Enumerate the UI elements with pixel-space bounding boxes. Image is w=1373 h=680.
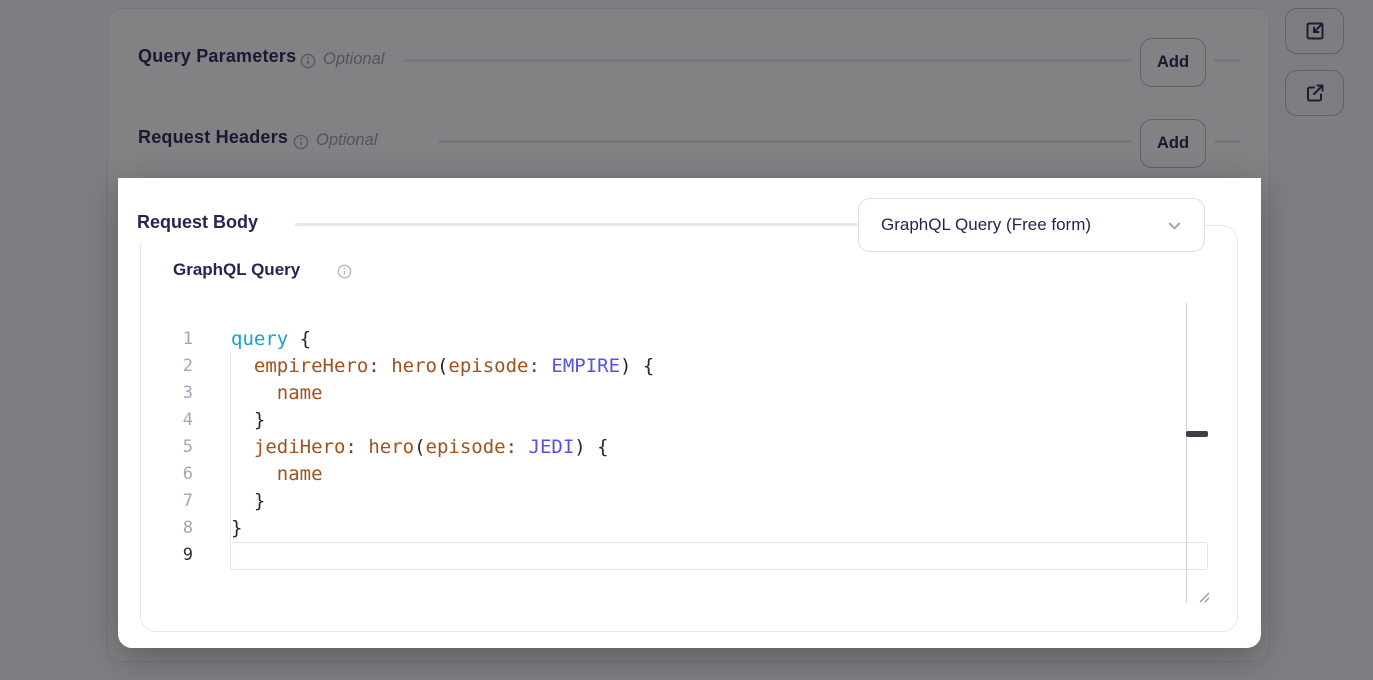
- code-token: jediHero: [254, 436, 346, 458]
- textarea-resize-grip[interactable]: [1197, 590, 1210, 603]
- request-body-title: Request Body: [137, 212, 258, 233]
- code-token: ) {: [574, 436, 608, 458]
- line-number: 8: [161, 515, 193, 542]
- code-token: :: [368, 355, 379, 377]
- code-token: empireHero: [254, 355, 368, 377]
- code-line[interactable]: query {: [231, 326, 654, 353]
- code-token: EMPIRE: [551, 355, 620, 377]
- line-number: 5: [161, 434, 193, 461]
- line-number: 7: [161, 488, 193, 515]
- code-line[interactable]: empireHero: hero(episode: EMPIRE) {: [231, 353, 654, 380]
- graphql-query-card: GraphQL Query 123456789 query { empireHe…: [140, 225, 1238, 632]
- code-token: {: [288, 328, 311, 350]
- code-token: ) {: [620, 355, 654, 377]
- chevron-down-icon: [1165, 216, 1184, 235]
- code-token: name: [277, 382, 323, 404]
- code-token: [517, 436, 528, 458]
- line-number: 9: [161, 542, 193, 569]
- code-line[interactable]: }: [231, 407, 654, 434]
- code-token: [231, 463, 277, 485]
- code-line[interactable]: }: [231, 488, 654, 515]
- divider-drag-handle[interactable]: [1186, 431, 1208, 437]
- page: Query Parameters Optional Add Request He…: [0, 0, 1373, 680]
- code-token: }: [231, 490, 265, 512]
- code-token: [231, 382, 277, 404]
- code-line[interactable]: name: [231, 461, 654, 488]
- code-token: [357, 436, 368, 458]
- code-line[interactable]: }: [231, 515, 654, 542]
- code-token: :: [528, 355, 539, 377]
- code-token: :: [506, 436, 517, 458]
- code-token: [231, 355, 254, 377]
- body-type-select[interactable]: GraphQL Query (Free form): [858, 198, 1205, 252]
- code-token: episode: [426, 436, 506, 458]
- code-line[interactable]: jediHero: hero(episode: JEDI) {: [231, 434, 654, 461]
- divider-line: [295, 223, 858, 226]
- body-type-select-value: GraphQL Query (Free form): [881, 215, 1165, 235]
- code-token: (: [437, 355, 448, 377]
- code-token: episode: [448, 355, 528, 377]
- editor-gutter: 123456789: [161, 326, 193, 569]
- code-token: (: [414, 436, 425, 458]
- line-number: 3: [161, 380, 193, 407]
- code-token: [540, 355, 551, 377]
- code-line[interactable]: [231, 542, 654, 569]
- line-number: 2: [161, 353, 193, 380]
- request-body-section: GraphQL Query 123456789 query { empireHe…: [118, 178, 1261, 648]
- code-token: [231, 436, 254, 458]
- code-token: query: [231, 328, 288, 350]
- code-token: [380, 355, 391, 377]
- graphql-editor[interactable]: 123456789 query { empireHero: hero(episo…: [141, 226, 1237, 631]
- code-token: }: [231, 409, 265, 431]
- line-number: 4: [161, 407, 193, 434]
- code-token: hero: [368, 436, 414, 458]
- code-token: :: [345, 436, 356, 458]
- line-number: 6: [161, 461, 193, 488]
- editor-resize-divider: [1186, 303, 1187, 603]
- line-number: 1: [161, 326, 193, 353]
- code-line[interactable]: name: [231, 380, 654, 407]
- code-token: JEDI: [529, 436, 575, 458]
- code-token: name: [277, 463, 323, 485]
- code-token: hero: [391, 355, 437, 377]
- code-token: }: [231, 517, 242, 539]
- code-lines[interactable]: query { empireHero: hero(episode: EMPIRE…: [231, 326, 654, 569]
